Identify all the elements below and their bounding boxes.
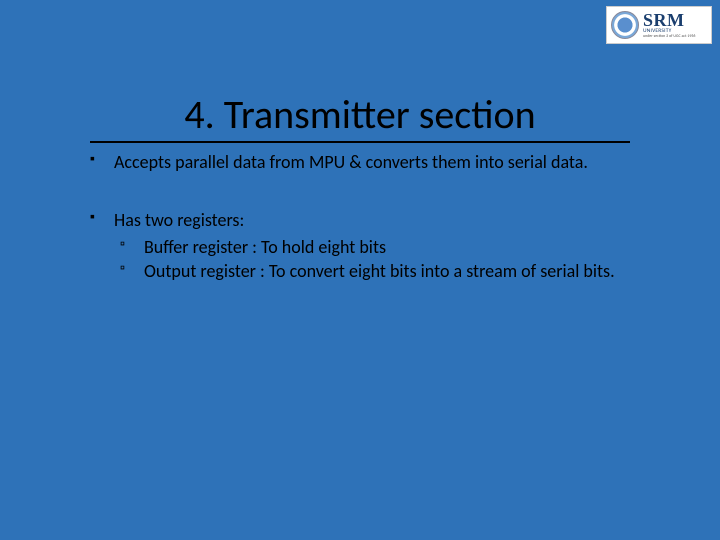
slide-content: Accepts parallel data from MPU & convert… xyxy=(90,150,680,317)
logo-text: SRM UNIVERSITY under section 3 of UGC ac… xyxy=(643,11,695,39)
bullet-item: Has two registers: Buffer register : To … xyxy=(90,208,680,283)
logo-tag: under section 3 of UGC act 1956 xyxy=(643,35,695,39)
bullet-text: Has two registers: xyxy=(114,209,244,231)
university-logo: SRM UNIVERSITY under section 3 of UGC ac… xyxy=(606,6,712,44)
sub-bullet-item: Buffer register : To hold eight bits xyxy=(120,235,680,259)
slide-title: 4. Transmitter section xyxy=(0,90,720,143)
bullet-item: Accepts parallel data from MPU & convert… xyxy=(90,150,680,174)
sub-bullet-text: Output register : To convert eight bits … xyxy=(144,260,615,282)
logo-seal-icon xyxy=(611,11,639,39)
sub-bullet-text: Buffer register : To hold eight bits xyxy=(144,236,386,258)
sub-bullet-item: Output register : To convert eight bits … xyxy=(120,259,680,283)
logo-main: SRM xyxy=(643,11,695,29)
bullet-text: Accepts parallel data from MPU & convert… xyxy=(114,151,588,173)
